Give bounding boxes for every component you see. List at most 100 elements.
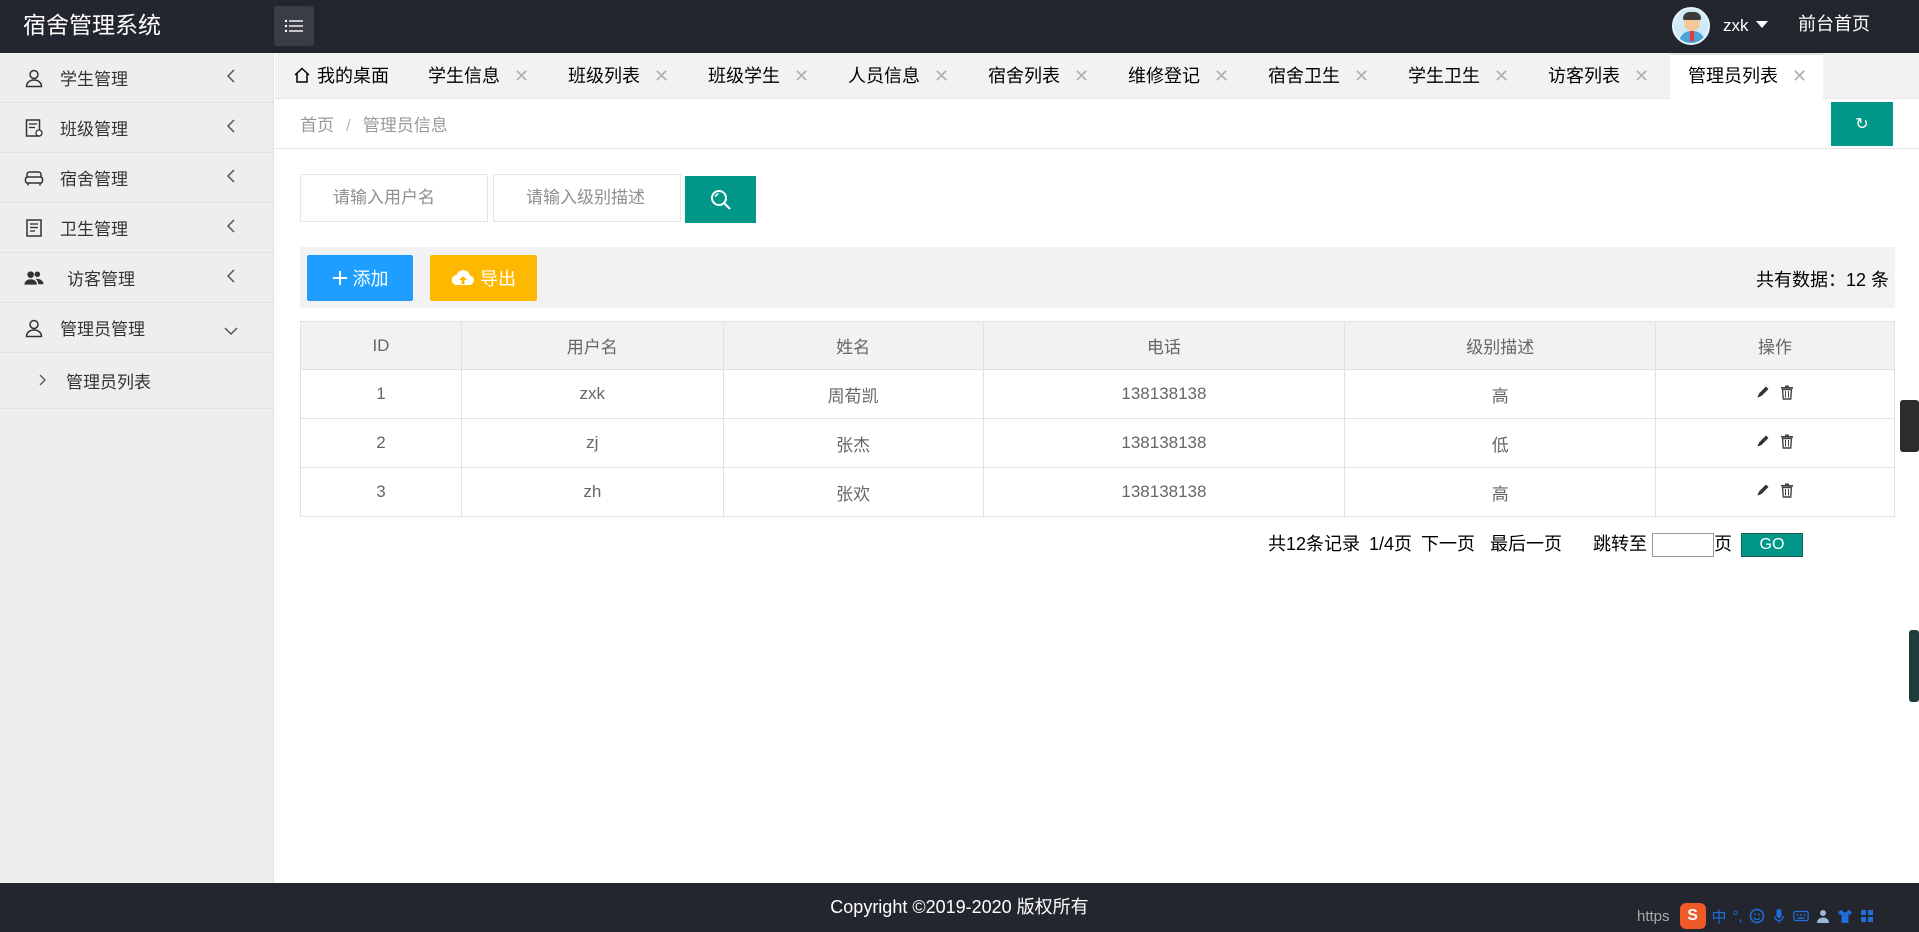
tab-bar: 我的桌面 学生信息 ✕ 班级列表 ✕ 班级学生 ✕ 人员信息 ✕ 宿舍列表 ✕ 维修登记 ✕… <box>275 53 1919 99</box>
close-icon[interactable]: ✕ <box>1074 66 1089 86</box>
avatar <box>1672 7 1710 45</box>
tab-desktop[interactable]: 我的桌面 <box>293 53 389 99</box>
sidebar-item-dorms[interactable]: 宿舍管理 <box>0 153 273 203</box>
microphone-icon[interactable] <box>1771 908 1787 924</box>
sidebar-item-admins[interactable]: 管理员管理 <box>0 303 273 353</box>
close-icon[interactable]: ✕ <box>514 66 529 86</box>
caret-down-icon <box>1755 20 1768 28</box>
close-icon[interactable]: ✕ <box>1214 66 1229 86</box>
close-icon[interactable]: ✕ <box>1792 66 1807 86</box>
edit-icon[interactable] <box>1756 434 1770 448</box>
close-icon[interactable]: ✕ <box>654 66 669 86</box>
tab-repair-register[interactable]: 维修登记 ✕ <box>1128 53 1229 99</box>
edit-icon[interactable] <box>1756 385 1770 399</box>
go-button[interactable]: GO <box>1741 533 1803 557</box>
tab-label: 我的桌面 <box>317 66 389 86</box>
tab-label: 学生信息 <box>428 66 500 86</box>
cell-id: 3 <box>300 467 462 517</box>
table-row: 2 zj 张杰 138138138 低 <box>300 418 1895 468</box>
cell-id: 2 <box>300 418 462 468</box>
close-icon[interactable]: ✕ <box>934 66 949 86</box>
username-label: zxk <box>1723 16 1749 35</box>
sogou-logo-icon[interactable]: S <box>1679 903 1706 929</box>
ime-punct-toggle[interactable]: °, <box>1733 908 1743 925</box>
class-icon <box>24 118 44 138</box>
close-icon[interactable]: ✕ <box>1494 66 1509 86</box>
pager-page-unit: 页 <box>1714 534 1732 554</box>
tab-label: 访客列表 <box>1548 66 1620 86</box>
cell-phone: 138138138 <box>982 369 1346 419</box>
admin-table: ID 用户名 姓名 电话 级别描述 操作 1 zxk 周荀凯 138138138… <box>300 321 1895 517</box>
tab-dorm-hygiene[interactable]: 宿舍卫生 ✕ <box>1268 53 1369 99</box>
pager-records: 共12条记录 <box>1268 534 1361 554</box>
chevron-left-icon <box>226 119 236 138</box>
delete-icon[interactable] <box>1780 434 1794 449</box>
user-menu[interactable]: zxk <box>1672 6 1768 46</box>
ime-url-prefix: https <box>1637 907 1670 925</box>
delete-icon[interactable] <box>1780 483 1794 498</box>
edit-icon[interactable] <box>1756 483 1770 497</box>
level-search-input[interactable] <box>493 174 681 222</box>
cell-name: 周荀凯 <box>722 369 984 419</box>
tab-personnel-info[interactable]: 人员信息 ✕ <box>848 53 949 99</box>
header-level: 级别描述 <box>1344 321 1657 370</box>
scroll-indicator[interactable] <box>1909 630 1919 702</box>
export-button-label: 导出 <box>480 269 516 289</box>
pager-jump-input[interactable] <box>1652 533 1714 557</box>
tab-class-list[interactable]: 班级列表 ✕ <box>568 53 669 99</box>
menu-toggle-button[interactable] <box>274 6 314 46</box>
tab-class-students[interactable]: 班级学生 ✕ <box>708 53 809 99</box>
header-id: ID <box>300 321 462 370</box>
keyboard-icon[interactable] <box>1792 908 1809 924</box>
search-button[interactable] <box>685 176 756 223</box>
breadcrumb: 首页 / 管理员信息 <box>300 111 448 136</box>
cell-level: 高 <box>1344 369 1657 419</box>
chevron-left-icon <box>226 169 236 188</box>
tab-student-info[interactable]: 学生信息 ✕ <box>428 53 529 99</box>
sidebar-item-students[interactable]: 学生管理 <box>0 53 273 103</box>
ime-toolbar[interactable]: https S 中 °, <box>1637 901 1875 931</box>
app-title: 宿舍管理系统 <box>23 12 161 38</box>
username-search-input[interactable] <box>300 174 488 222</box>
pager-next-link[interactable]: 下一页 <box>1421 530 1475 556</box>
sidebar-subitem-admin-list[interactable]: 管理员列表 <box>0 353 273 409</box>
skin-shirt-icon[interactable] <box>1837 908 1853 924</box>
users-icon <box>24 268 44 288</box>
user-settings-icon[interactable] <box>1815 908 1831 924</box>
admin-icon <box>24 318 44 338</box>
sofa-icon <box>24 168 44 188</box>
close-icon[interactable]: ✕ <box>1354 66 1369 86</box>
table-header-row: ID 用户名 姓名 电话 级别描述 操作 <box>300 321 1895 370</box>
pager-jump-label: 跳转至 <box>1593 534 1647 554</box>
close-icon[interactable]: ✕ <box>1634 66 1649 86</box>
breadcrumb-home[interactable]: 首页 <box>300 116 334 135</box>
cell-id: 1 <box>300 369 462 419</box>
tab-label: 宿舍卫生 <box>1268 66 1340 86</box>
delete-icon[interactable] <box>1780 385 1794 400</box>
chevron-down-icon <box>224 323 238 341</box>
close-icon[interactable]: ✕ <box>794 66 809 86</box>
refresh-button[interactable]: ↻ <box>1831 102 1893 146</box>
cell-level: 高 <box>1344 467 1657 517</box>
tab-student-hygiene[interactable]: 学生卫生 ✕ <box>1408 53 1509 99</box>
sidebar-item-hygiene[interactable]: 卫生管理 <box>0 203 273 253</box>
sidebar-item-visitors[interactable]: 访客管理 <box>0 253 273 303</box>
tab-visitor-list[interactable]: 访客列表 ✕ <box>1548 53 1649 99</box>
tab-label: 维修登记 <box>1128 66 1200 86</box>
emoji-icon[interactable] <box>1749 908 1765 924</box>
search-icon <box>710 189 731 210</box>
table-row: 3 zh 张欢 138138138 高 <box>300 467 1895 517</box>
sidebar-item-classes[interactable]: 班级管理 <box>0 103 273 153</box>
front-home-link[interactable]: 前台首页 <box>1798 0 1870 53</box>
tab-admin-list[interactable]: 管理员列表 ✕ <box>1670 53 1823 99</box>
export-button[interactable]: 导出 <box>430 255 537 301</box>
ime-lang-toggle[interactable]: 中 <box>1712 906 1727 927</box>
total-count: 共有数据：12 条 <box>1755 270 1889 290</box>
add-button[interactable]: 添加 <box>307 255 413 301</box>
pager-last-link[interactable]: 最后一页 <box>1490 530 1562 556</box>
tab-label: 班级列表 <box>568 66 640 86</box>
side-widget[interactable] <box>1900 400 1919 452</box>
tab-dorm-list[interactable]: 宿舍列表 ✕ <box>988 53 1089 99</box>
grid-menu-icon[interactable] <box>1859 908 1875 924</box>
cell-actions <box>1655 418 1895 468</box>
